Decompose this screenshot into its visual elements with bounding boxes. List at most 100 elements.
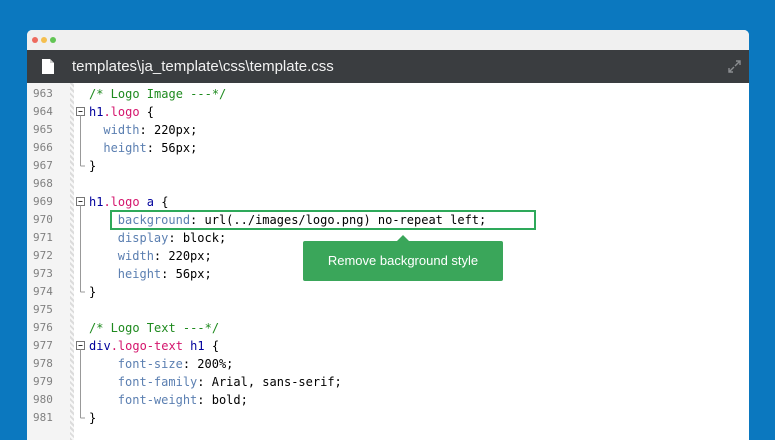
line-number: 974: [33, 285, 53, 298]
expand-icon[interactable]: [728, 60, 741, 73]
code-text: h1.logo {: [89, 103, 154, 121]
code-line: 965 width: 220px;: [27, 121, 749, 139]
code-line: 968: [27, 175, 749, 193]
code-line: 977 div.logo-text h1 {: [27, 337, 749, 355]
editor-window: templates\ja_template\css\template.css 9…: [27, 30, 749, 440]
code-token: .logo: [103, 195, 140, 209]
code-token: {: [204, 339, 220, 353]
code-token: }: [89, 285, 97, 299]
file-icon: [42, 59, 54, 74]
code-text: height: 56px;: [89, 139, 197, 157]
highlighted-line-box: [110, 210, 536, 230]
close-window-button[interactable]: [32, 37, 38, 43]
code-text: }: [89, 409, 96, 427]
maximize-window-button[interactable]: [50, 37, 56, 43]
code-line: 975: [27, 301, 749, 319]
fold-toggle-icon[interactable]: [75, 193, 87, 211]
fold-guide: [80, 283, 85, 293]
code-text: /* Logo Image ---*/: [89, 85, 226, 103]
code-text: h1.logo a {: [89, 193, 168, 211]
code-line: 979 font-family: Arial, sans-serif;: [27, 373, 749, 391]
code-token: : block;: [168, 231, 227, 245]
code-token: width: [117, 249, 154, 263]
code-token: : 56px;: [161, 267, 212, 281]
code-text: }: [89, 283, 96, 301]
fold-guide: [80, 373, 81, 391]
minimize-window-button[interactable]: [41, 37, 47, 43]
code-token: height: [103, 141, 147, 155]
line-number: 963: [33, 87, 53, 100]
line-number: 972: [33, 249, 53, 262]
line-number: 966: [33, 141, 53, 154]
fold-guide: [80, 121, 81, 139]
fold-guide: [80, 391, 81, 409]
code-token: /* Logo Text ---*/: [89, 321, 220, 335]
code-token: display: [117, 231, 169, 245]
fold-guide: [80, 265, 81, 283]
fold-toggle-icon[interactable]: [75, 103, 87, 121]
line-number: 976: [33, 321, 53, 334]
code-token: {: [139, 105, 155, 119]
file-path: templates\ja_template\css\template.css: [72, 58, 334, 75]
code-token: : 56px;: [146, 141, 198, 155]
line-number: 970: [33, 213, 53, 226]
code-token: : 220px;: [153, 249, 212, 263]
file-tab-bar: templates\ja_template\css\template.css: [27, 50, 749, 83]
code-line: 967}: [27, 157, 749, 175]
code-token: font-family: [117, 375, 198, 389]
code-token: : Arial, sans-serif;: [197, 375, 342, 389]
code-token: .logo-text: [110, 339, 183, 353]
code-text: width: 220px;: [89, 121, 197, 139]
fold-guide: [80, 211, 81, 229]
code-text: font-size: 200%;: [89, 355, 234, 373]
code-line: 963 /* Logo Image ---*/: [27, 85, 749, 103]
code-token: }: [89, 411, 97, 425]
code-text: font-weight: bold;: [89, 391, 248, 409]
code-token: : 220px;: [139, 123, 198, 137]
fold-guide: [80, 139, 81, 157]
code-line: 974}: [27, 283, 749, 301]
window-titlebar: [27, 30, 749, 50]
code-line: 964 h1.logo {: [27, 103, 749, 121]
code-token: }: [89, 159, 97, 173]
code-token: : 200%;: [182, 357, 234, 371]
fold-toggle-icon[interactable]: [75, 337, 87, 355]
fold-guide: [80, 157, 85, 167]
line-number: 977: [33, 339, 53, 352]
fold-guide: [80, 409, 85, 419]
code-text: height: 56px;: [89, 265, 212, 283]
code-token: : bold;: [197, 393, 248, 407]
line-number: 965: [33, 123, 53, 136]
line-number: 968: [33, 177, 53, 190]
code-token: .logo: [103, 105, 140, 119]
line-number: 969: [33, 195, 53, 208]
code-token: a: [139, 195, 155, 209]
code-token: height: [117, 267, 162, 281]
line-number: 964: [33, 105, 53, 118]
fold-guide: [80, 229, 81, 247]
code-line: 976 /* Logo Text ---*/: [27, 319, 749, 337]
line-number: 967: [33, 159, 53, 172]
code-line: 981}: [27, 409, 749, 427]
code-line: 966 height: 56px;: [27, 139, 749, 157]
code-token: h1: [89, 105, 104, 119]
code-token: /* Logo Image ---*/: [89, 87, 227, 101]
line-number: 975: [33, 303, 53, 316]
line-number: 978: [33, 357, 53, 370]
line-number: 973: [33, 267, 53, 280]
line-number: 979: [33, 375, 53, 388]
code-token: div: [89, 339, 111, 353]
line-number: 980: [33, 393, 53, 406]
code-token: {: [154, 195, 169, 209]
code-text: /* Logo Text ---*/: [89, 319, 219, 337]
code-token: h1: [182, 339, 205, 353]
code-token: width: [103, 123, 140, 137]
code-token: font-weight: [117, 393, 198, 407]
code-line: 969 h1.logo a {: [27, 193, 749, 211]
code-line: 978 font-size: 200%;: [27, 355, 749, 373]
code-text: }: [89, 157, 96, 175]
code-editor[interactable]: 963/* Logo Image ---*/964 h1.logo {965 wid…: [27, 83, 749, 440]
code-text: font-family: Arial, sans-serif;: [89, 373, 342, 391]
line-number: 971: [33, 231, 53, 244]
code-token: font-size: [117, 357, 183, 371]
